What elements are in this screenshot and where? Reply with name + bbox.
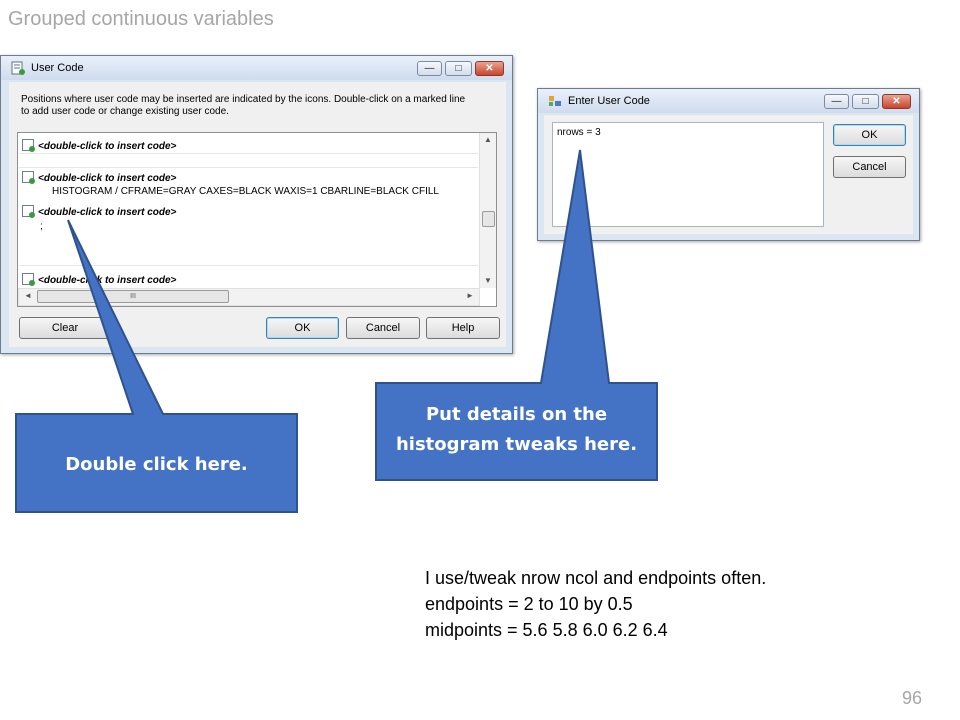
right-callout-text: Put details on the histogram tweaks here… [395, 404, 638, 455]
note-line-1: I use/tweak nrow ncol and endpoints ofte… [425, 568, 767, 588]
note-line-2: endpoints = 2 to 10 by 0.5 [425, 594, 633, 614]
page-number: 96 [901, 688, 922, 708]
notes-block: I use/tweak nrow ncol and endpoints ofte… [425, 565, 766, 643]
note-line-3: midpoints = 5.6 5.8 6.0 6.2 6.4 [425, 620, 668, 640]
left-callout-text: Double click here. [65, 454, 248, 475]
